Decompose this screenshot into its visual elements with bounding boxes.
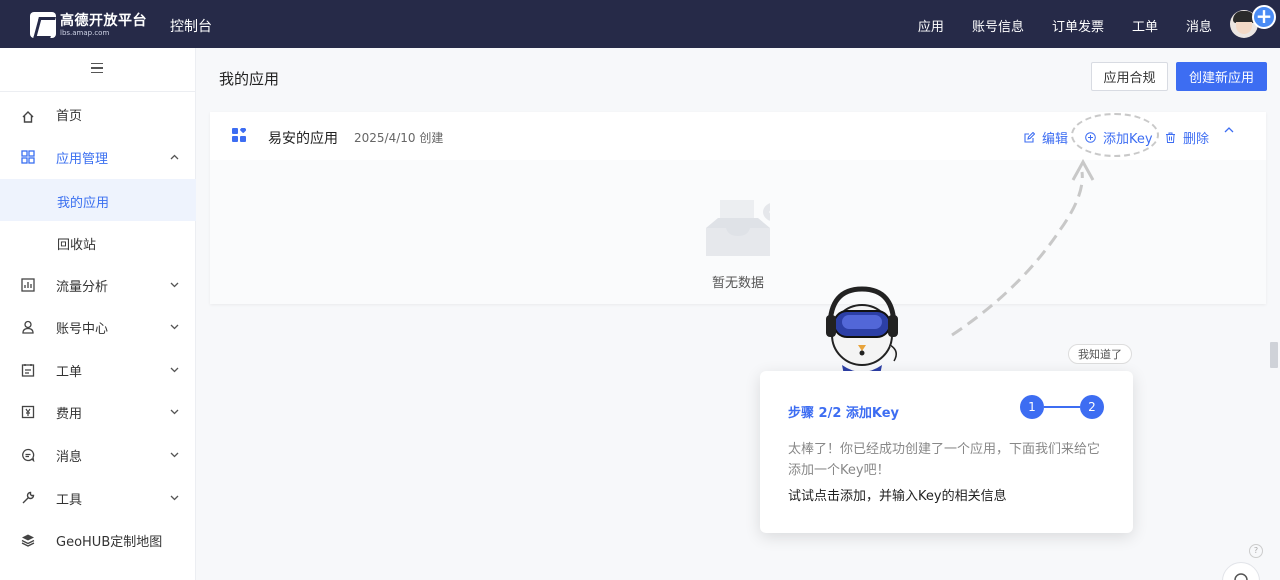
guide-description: 太棒了！你已经成功创建了一个应用，下面我们来给它添加一个Key吧！	[788, 442, 1101, 478]
nav-tickets[interactable]: 工单	[1132, 16, 1158, 35]
app-created-date: 2025/4/10 创建	[354, 131, 444, 145]
sidebar-item-label: 工具	[56, 492, 83, 508]
console-title[interactable]: 控制台	[170, 16, 212, 36]
dismiss-guide-button[interactable]: 我知道了	[1068, 344, 1132, 364]
logo-icon	[30, 12, 56, 38]
amap-logo[interactable]: 高德开放平台 lbs.amap.com	[30, 12, 147, 38]
sidebar-item-recycle-bin[interactable]: 回收站	[0, 221, 196, 263]
sidebar-item-label: 回收站	[57, 238, 97, 253]
guide-step-title: 步骤 2/2 添加Key	[788, 406, 900, 421]
sidebar-item-label: 流量分析	[56, 279, 109, 295]
plus-icon[interactable]: +	[1252, 5, 1276, 29]
guide-instruction: 试试点击添加，并输入Key的相关信息	[788, 489, 1007, 504]
chevron-up-icon	[170, 152, 179, 163]
chart-icon	[21, 278, 35, 292]
edit-button[interactable]: 编辑	[1024, 128, 1068, 147]
logo-title: 高德开放平台	[60, 12, 147, 29]
delete-label: 删除	[1183, 132, 1210, 147]
sidebar-item-label: GeoHUB定制地图	[56, 534, 163, 550]
message-icon	[21, 448, 35, 463]
edit-label: 编辑	[1042, 132, 1069, 147]
nav-messages[interactable]: 消息	[1186, 16, 1212, 35]
chevron-down-icon	[170, 493, 179, 504]
step-indicator: 1 2	[1020, 395, 1104, 419]
ticket-icon	[21, 363, 35, 377]
home-icon	[21, 110, 35, 124]
nav-account[interactable]: 账号信息	[972, 16, 1024, 35]
page-title: 我的应用	[219, 70, 280, 88]
compliance-button[interactable]: 应用合规	[1091, 62, 1168, 91]
sidebar-item-home[interactable]: 首页	[0, 93, 196, 135]
delete-button[interactable]: 删除	[1165, 128, 1209, 147]
sidebar-item-label: 工单	[56, 364, 83, 380]
step-1-dot: 1	[1020, 395, 1044, 419]
chevron-down-icon	[170, 322, 179, 333]
sidebar-item-app-management[interactable]: 应用管理	[0, 136, 196, 178]
sidebar: 首页 应用管理 我的应用 回收站 流量分析 账号中心 工单 费用 消息 工具 G…	[0, 48, 196, 580]
user-icon	[21, 320, 35, 334]
search-float-icon[interactable]	[1222, 562, 1260, 580]
trash-icon	[1165, 132, 1176, 143]
sidebar-item-billing[interactable]: 费用	[0, 391, 196, 433]
sidebar-item-label: 消息	[56, 449, 83, 465]
nav-invoices[interactable]: 订单发票	[1052, 16, 1104, 35]
top-nav: 应用 账号信息 订单发票 工单 消息	[890, 16, 1212, 35]
guide-dashed-arrow	[951, 158, 1095, 337]
chevron-down-icon	[170, 407, 179, 418]
sidebar-item-account[interactable]: 账号中心	[0, 306, 196, 348]
app-name: 易安的应用	[268, 131, 338, 147]
app-grid-icon	[21, 150, 35, 164]
wrench-icon	[21, 491, 35, 505]
sidebar-item-label: 账号中心	[56, 321, 109, 337]
top-bar: 高德开放平台 lbs.amap.com 控制台 应用 账号信息 订单发票 工单 …	[0, 0, 1280, 48]
sidebar-item-traffic[interactable]: 流量分析	[0, 264, 196, 306]
mascot-illustration	[826, 286, 898, 375]
chevron-down-icon	[170, 280, 179, 291]
menu-toggle-icon[interactable]	[91, 63, 103, 73]
sidebar-item-label: 费用	[56, 406, 83, 422]
scrollbar-thumb[interactable]	[1270, 342, 1278, 368]
sidebar-item-tickets[interactable]: 工单	[0, 349, 196, 391]
app-icon	[232, 128, 246, 142]
help-icon[interactable]: ?	[1249, 544, 1263, 558]
step-2-dot: 2	[1080, 395, 1104, 419]
sidebar-item-tools[interactable]: 工具	[0, 477, 196, 519]
sidebar-item-label: 我的应用	[57, 196, 110, 211]
billing-icon	[21, 405, 35, 419]
nav-apps[interactable]: 应用	[918, 16, 944, 35]
sidebar-item-messages[interactable]: 消息	[0, 434, 196, 476]
chevron-down-icon	[170, 450, 179, 461]
collapse-button[interactable]	[1224, 126, 1234, 133]
create-app-button[interactable]: 创建新应用	[1176, 62, 1267, 91]
logo-subtitle: lbs.amap.com	[60, 28, 110, 37]
guide-popup: 步骤 2/2 添加Key 1 2 太棒了！你已经成功创建了一个应用，下面我们来给…	[760, 371, 1133, 533]
chevron-down-icon	[170, 365, 179, 376]
sidebar-item-label: 首页	[56, 108, 83, 124]
sidebar-item-geohub[interactable]: GeoHUB定制地图	[0, 519, 196, 561]
divider	[0, 91, 196, 92]
chevron-up-icon	[1224, 127, 1234, 133]
edit-icon	[1024, 131, 1036, 143]
sidebar-item-my-apps[interactable]: 我的应用	[0, 179, 196, 221]
empty-inbox-icon	[706, 200, 770, 256]
sidebar-item-label: 应用管理	[56, 151, 109, 167]
step-connector	[1044, 406, 1080, 408]
layers-icon	[21, 533, 35, 547]
